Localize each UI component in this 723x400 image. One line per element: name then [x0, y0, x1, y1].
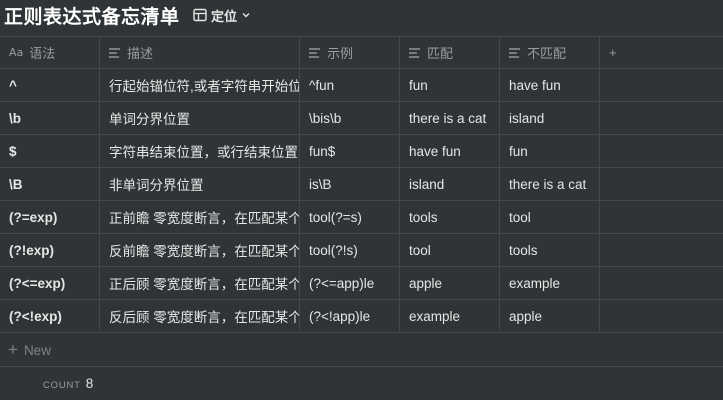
table-row[interactable]: ^ 行起始锚位符,或者字符串开始位置 ^fun fun have fun	[0, 69, 723, 102]
table-row[interactable]: \b 单词分界位置 \bis\b there is a cat island	[0, 102, 723, 135]
cell-no-match[interactable]: have fun	[500, 69, 600, 101]
page-header: 正则表达式备忘清单 定位	[0, 0, 723, 34]
cell-empty	[600, 168, 723, 200]
cell-match[interactable]: tool	[400, 234, 500, 266]
count-label: COUNT	[43, 380, 81, 391]
cell-match[interactable]: there is a cat	[400, 102, 500, 134]
column-header-example[interactable]: 示例	[300, 37, 400, 68]
column-header-description[interactable]: 描述	[100, 37, 300, 68]
new-row-label: New	[23, 342, 51, 358]
page-title: 正则表达式备忘清单	[4, 7, 180, 28]
column-label: 不匹配	[527, 46, 567, 61]
cell-syntax[interactable]: (?!exp)	[0, 234, 100, 266]
cell-no-match[interactable]: tools	[500, 234, 600, 266]
cell-example[interactable]: fun$	[300, 135, 400, 167]
cell-description[interactable]: 正前瞻 零宽度断言，在匹配某个	[100, 201, 300, 233]
cell-description[interactable]: 单词分界位置	[100, 102, 300, 134]
cell-example[interactable]: is\B	[300, 168, 400, 200]
cell-syntax[interactable]: $	[0, 135, 100, 167]
cell-syntax[interactable]: (?<=exp)	[0, 267, 100, 299]
cell-no-match[interactable]: tool	[500, 201, 600, 233]
table-row[interactable]: (?=exp) 正前瞻 零宽度断言，在匹配某个 tool(?=s) tools …	[0, 201, 723, 234]
cell-example[interactable]: ^fun	[300, 69, 400, 101]
column-header-no-match[interactable]: 不匹配	[500, 37, 600, 68]
count-summary[interactable]: COUNT 8	[43, 376, 93, 391]
text-icon	[509, 47, 521, 58]
table-row[interactable]: (?!exp) 反前瞻 零宽度断言，在匹配某个 tool(?!s) tool t…	[0, 234, 723, 267]
title-icon: Aa	[9, 46, 24, 59]
cell-example[interactable]: \bis\b	[300, 102, 400, 134]
cell-no-match[interactable]: there is a cat	[500, 168, 600, 200]
cell-example[interactable]: (?<!app)le	[300, 300, 400, 332]
table-row[interactable]: (?<!exp) 反后顾 零宽度断言，在匹配某个 (?<!app)le exam…	[0, 300, 723, 333]
cell-example[interactable]: tool(?!s)	[300, 234, 400, 266]
view-switcher[interactable]: 定位	[193, 6, 251, 24]
view-name: 定位	[211, 8, 238, 24]
column-label: 示例	[327, 46, 354, 61]
table-row[interactable]: \B 非单词分界位置 is\B island there is a cat	[0, 168, 723, 201]
cell-example[interactable]: tool(?=s)	[300, 201, 400, 233]
database-table: Aa 语法 描述 示例 匹配 不匹配 + ^ 行起始锚位符,或者字符串开始位置 …	[0, 36, 723, 333]
cell-syntax[interactable]: \b	[0, 102, 100, 134]
cell-description[interactable]: 反前瞻 零宽度断言，在匹配某个	[100, 234, 300, 266]
column-header-match[interactable]: 匹配	[400, 37, 500, 68]
add-column-button[interactable]: +	[600, 37, 723, 68]
chevron-down-icon	[241, 10, 251, 20]
cell-syntax[interactable]: (?=exp)	[0, 201, 100, 233]
cell-empty	[600, 300, 723, 332]
cell-match[interactable]: tools	[400, 201, 500, 233]
cell-empty	[600, 201, 723, 233]
column-header-syntax[interactable]: Aa 语法	[0, 37, 100, 68]
cell-syntax[interactable]: ^	[0, 69, 100, 101]
cell-no-match[interactable]: example	[500, 267, 600, 299]
cell-no-match[interactable]: apple	[500, 300, 600, 332]
table-view-icon	[193, 8, 207, 22]
column-label: 描述	[127, 46, 154, 61]
plus-icon: +	[8, 340, 18, 359]
cell-match[interactable]: island	[400, 168, 500, 200]
cell-empty	[600, 102, 723, 134]
cell-syntax[interactable]: (?<!exp)	[0, 300, 100, 332]
table-header-row: Aa 语法 描述 示例 匹配 不匹配 +	[0, 36, 723, 69]
cell-match[interactable]: fun	[400, 69, 500, 101]
column-label: 匹配	[427, 46, 454, 61]
cell-empty	[600, 234, 723, 266]
cell-empty	[600, 69, 723, 101]
cell-match[interactable]: apple	[400, 267, 500, 299]
cell-description[interactable]: 行起始锚位符,或者字符串开始位置	[100, 69, 300, 101]
cell-description[interactable]: 反后顾 零宽度断言，在匹配某个	[100, 300, 300, 332]
new-row-button[interactable]: + New	[0, 334, 723, 367]
table-row[interactable]: $ 字符串结束位置，或行结束位置 fun$ have fun fun	[0, 135, 723, 168]
cell-no-match[interactable]: island	[500, 102, 600, 134]
cell-description[interactable]: 非单词分界位置	[100, 168, 300, 200]
table-row[interactable]: (?<=exp) 正后顾 零宽度断言，在匹配某个 (?<=app)le appl…	[0, 267, 723, 300]
cell-description[interactable]: 正后顾 零宽度断言，在匹配某个	[100, 267, 300, 299]
text-icon	[109, 47, 121, 58]
cell-example[interactable]: (?<=app)le	[300, 267, 400, 299]
text-icon	[309, 47, 321, 58]
cell-no-match[interactable]: fun	[500, 135, 600, 167]
count-value: 8	[85, 376, 94, 391]
cell-match[interactable]: example	[400, 300, 500, 332]
cell-syntax[interactable]: \B	[0, 168, 100, 200]
text-icon	[409, 47, 421, 58]
cell-empty	[600, 267, 723, 299]
cell-match[interactable]: have fun	[400, 135, 500, 167]
cell-description[interactable]: 字符串结束位置，或行结束位置	[100, 135, 300, 167]
cell-empty	[600, 135, 723, 167]
column-label: 语法	[29, 46, 56, 61]
